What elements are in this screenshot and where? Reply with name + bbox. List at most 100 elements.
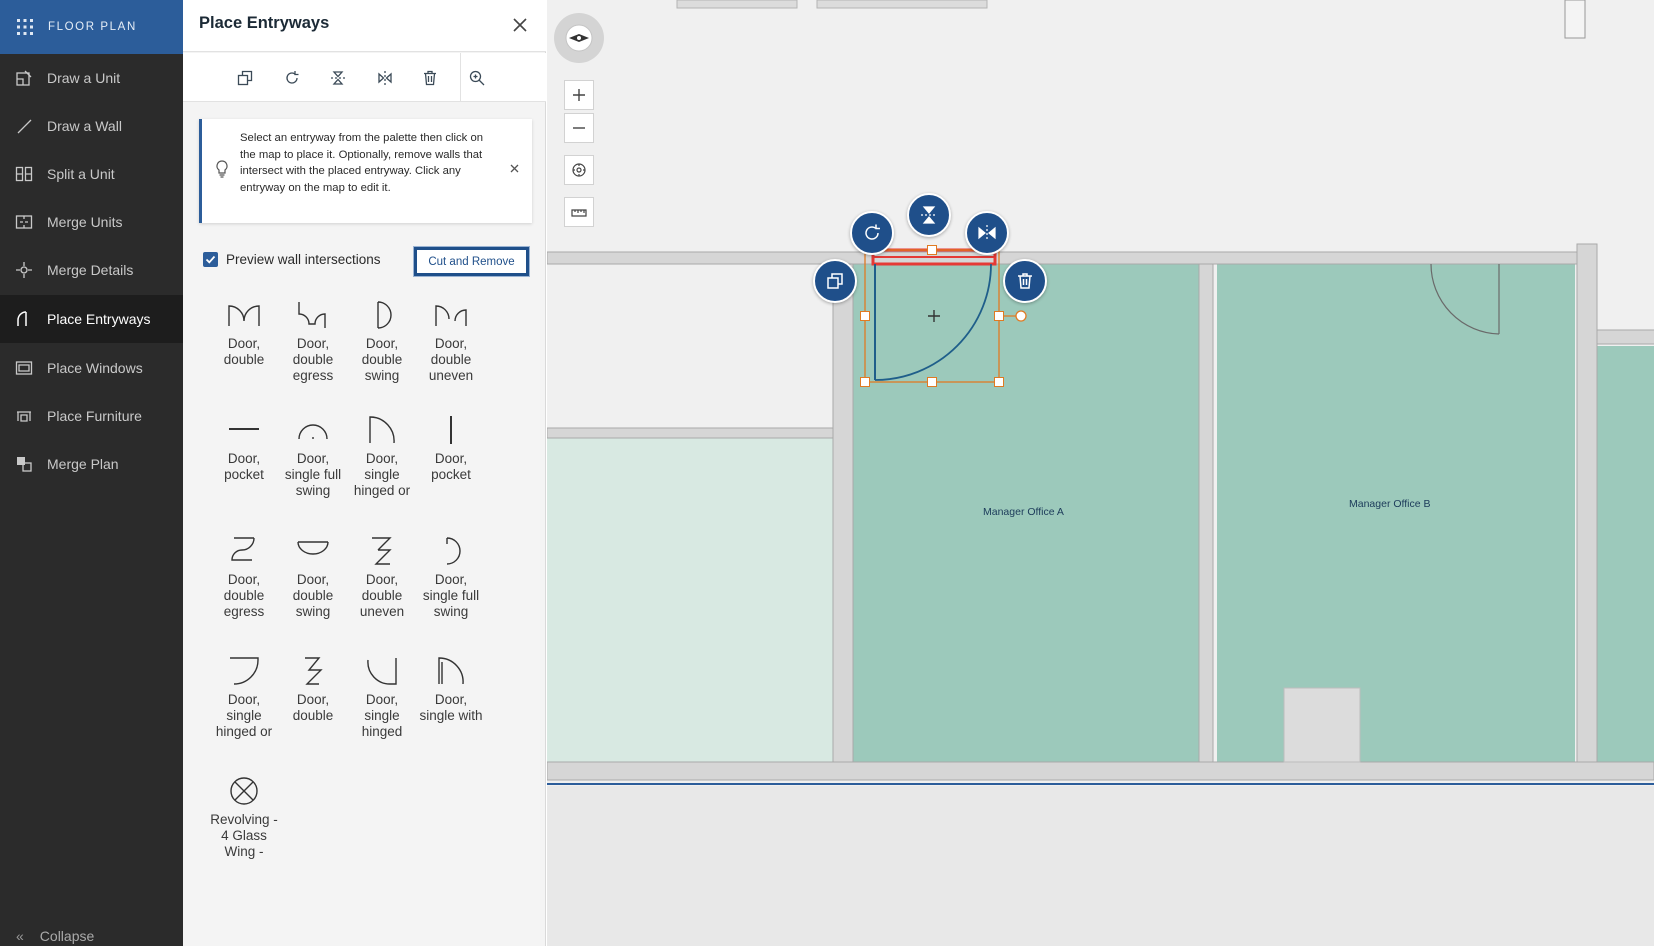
palette-item[interactable]: Door, pocket xyxy=(209,415,279,483)
compass-icon xyxy=(565,24,593,52)
door-single-with-icon xyxy=(438,657,464,685)
sidebar-item-label: Merge Plan xyxy=(47,456,119,472)
preview-checkbox-label: Preview wall intersections xyxy=(226,251,381,267)
collapse-button[interactable]: « Collapse xyxy=(0,925,183,946)
resize-handle[interactable] xyxy=(927,245,937,255)
palette-item[interactable]: Door, single hinged or xyxy=(209,656,279,740)
floor-plan-canvas[interactable] xyxy=(547,0,1654,946)
sidebar-item-draw-wall[interactable]: Draw a Wall xyxy=(0,102,183,150)
sidebar-item-label: Place Furniture xyxy=(47,408,142,424)
sidebar-item-place-entryways[interactable]: Place Entryways xyxy=(0,295,183,343)
window-icon xyxy=(14,358,34,378)
zoom-out-button[interactable] xyxy=(564,113,594,143)
merge-units-icon xyxy=(14,212,34,232)
palette-item-label: Door, single hinged or xyxy=(353,451,411,498)
palette-item-label: Door, single full swing xyxy=(284,451,342,498)
duplicate-icon[interactable] xyxy=(232,65,258,91)
palette-item[interactable]: Door, single hinged or xyxy=(347,415,417,499)
flip-horizontal-icon[interactable] xyxy=(372,65,398,91)
resize-handle[interactable] xyxy=(994,377,1004,387)
flip-horizontal-button[interactable] xyxy=(965,211,1009,255)
palette-item[interactable]: Door, double swing xyxy=(278,536,348,620)
resize-handle[interactable] xyxy=(860,311,870,321)
sidebar-item-merge-details[interactable]: Merge Details xyxy=(0,246,183,294)
palette-item[interactable]: Door, pocket xyxy=(416,415,486,483)
palette-item[interactable]: Revolving - 4 Glass Wing - xyxy=(209,776,279,860)
sidebar-item-label: Draw a Unit xyxy=(47,70,121,86)
close-icon[interactable] xyxy=(506,160,522,176)
measure-button[interactable] xyxy=(564,197,594,227)
door-double-swing-icon xyxy=(297,541,329,555)
flip-vertical-icon[interactable] xyxy=(325,65,351,91)
door-single-full-swing-icon xyxy=(298,424,328,440)
palette-item[interactable]: Door, double swing xyxy=(347,300,417,384)
sidebar-item-merge-plan[interactable]: Merge Plan xyxy=(0,440,183,488)
palette-item-label: Door, pocket xyxy=(431,451,471,482)
palette-item-label: Door, double swing xyxy=(361,336,403,383)
toolbar-divider xyxy=(460,53,461,102)
delete-button[interactable] xyxy=(1003,259,1047,303)
rotate-icon[interactable] xyxy=(279,65,305,91)
preview-wall-intersections: Preview wall intersections xyxy=(203,246,381,272)
trash-icon[interactable] xyxy=(417,65,443,91)
merge-plan-icon xyxy=(14,454,34,474)
entryway-icon xyxy=(14,309,34,329)
palette-item-label: Door, double uneven xyxy=(428,336,474,383)
apps-grid-icon[interactable] xyxy=(16,18,34,36)
palette-item[interactable]: Door, single full swing xyxy=(278,415,348,499)
flip-vertical-icon xyxy=(921,206,937,224)
draw-wall-icon xyxy=(14,116,34,136)
zoom-in-button[interactable] xyxy=(564,80,594,110)
door-double-egress-icon xyxy=(231,537,255,561)
door-double-swing-icon xyxy=(377,301,392,329)
room-label: Manager Office A xyxy=(983,506,1064,518)
preview-checkbox[interactable] xyxy=(203,251,218,267)
palette-item-label: Door, double egress xyxy=(223,572,265,619)
palette-item[interactable]: Door, double uneven xyxy=(416,300,486,384)
sidebar: FLOOR PLAN Draw a Unit Draw a Wall Split… xyxy=(0,0,183,946)
door-single-full-swing-icon xyxy=(446,537,461,565)
palette-item[interactable]: Door, double egress xyxy=(278,300,348,384)
flip-vertical-button[interactable] xyxy=(907,193,951,237)
close-icon[interactable] xyxy=(509,14,531,36)
palette-item-label: Door, pocket xyxy=(224,451,264,482)
palette-item[interactable]: Door, double uneven xyxy=(347,536,417,620)
revolving-door-icon xyxy=(230,777,258,805)
sidebar-item-place-furniture[interactable]: Place Furniture xyxy=(0,392,183,440)
sidebar-item-split-unit[interactable]: Split a Unit xyxy=(0,150,183,198)
compass-button[interactable] xyxy=(554,13,604,63)
draw-unit-icon xyxy=(14,68,34,88)
sidebar-item-draw-unit[interactable]: Draw a Unit xyxy=(0,54,183,102)
flip-horizontal-icon xyxy=(978,225,996,241)
app-header: FLOOR PLAN xyxy=(0,0,183,54)
zoom-to-icon[interactable] xyxy=(464,65,490,91)
resize-handle[interactable] xyxy=(927,377,937,387)
palette-item[interactable]: Door, double xyxy=(278,656,348,724)
duplicate-icon xyxy=(827,273,843,289)
panel-header: Place Entryways xyxy=(183,0,546,52)
rotate-button[interactable] xyxy=(850,211,894,255)
notice-text: Select an entryway from the palette then… xyxy=(240,132,484,194)
plus-icon xyxy=(573,89,585,101)
resize-handle[interactable] xyxy=(860,377,870,387)
palette-item[interactable]: Door, single hinged xyxy=(347,656,417,740)
sidebar-item-place-windows[interactable]: Place Windows xyxy=(0,344,183,392)
trash-icon xyxy=(1018,273,1032,289)
furniture-icon xyxy=(14,406,34,426)
palette-item-label: Door, single full swing xyxy=(422,572,480,619)
palette-item[interactable]: Door, single full swing xyxy=(416,536,486,620)
door-single-hinged-icon xyxy=(230,657,259,685)
palette-item[interactable]: Door, double egress xyxy=(209,536,279,620)
cut-and-remove-button[interactable]: Cut and Remove xyxy=(413,246,530,277)
sidebar-item-label: Split a Unit xyxy=(47,166,115,182)
door-single-hinged-icon xyxy=(367,658,397,685)
sidebar-item-label: Draw a Wall xyxy=(47,118,122,134)
merge-details-icon xyxy=(14,260,34,280)
palette-item[interactable]: Door, double xyxy=(209,300,279,368)
palette-item[interactable]: Door, single with xyxy=(416,656,486,724)
map-view[interactable]: Manager Office A Manager Office B xyxy=(547,0,1654,946)
sidebar-item-merge-units[interactable]: Merge Units xyxy=(0,198,183,246)
duplicate-button[interactable] xyxy=(813,259,857,303)
locate-button[interactable] xyxy=(564,155,594,185)
resize-handle[interactable] xyxy=(994,311,1004,321)
